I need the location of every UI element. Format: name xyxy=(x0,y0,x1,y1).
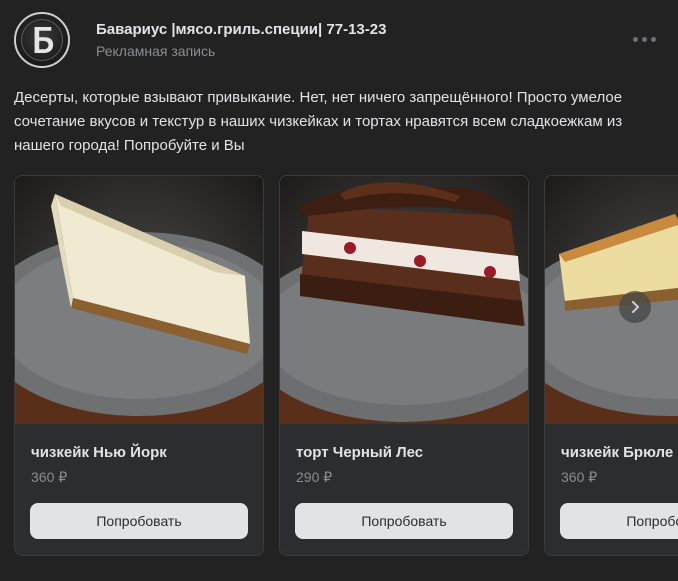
product-image[interactable] xyxy=(545,176,678,424)
product-carousel: чизкейк Нью Йорк 360 ₽ Попробовать торт … xyxy=(14,175,678,556)
try-button[interactable]: Попробовать xyxy=(295,503,513,539)
post-header: Бавариус |мясо.гриль.специи| 77-13-23 Ре… xyxy=(14,12,664,68)
product-price: 360 ₽ xyxy=(561,469,598,485)
product-card[interactable]: чизкейк Брюле 360 ₽ Попробовать xyxy=(544,175,678,556)
product-title[interactable]: чизкейк Брюле xyxy=(561,444,673,461)
chevron-right-icon[interactable] xyxy=(619,291,651,323)
product-title[interactable]: торт Черный Лес xyxy=(296,444,423,461)
ad-label: Рекламная запись xyxy=(96,43,216,59)
community-name[interactable]: Бавариус |мясо.гриль.специи| 77-13-23 xyxy=(96,21,386,38)
product-card[interactable]: чизкейк Нью Йорк 360 ₽ Попробовать xyxy=(14,175,264,556)
product-card[interactable]: торт Черный Лес 290 ₽ Попробовать xyxy=(279,175,529,556)
product-image[interactable] xyxy=(15,176,263,424)
product-image[interactable] xyxy=(280,176,528,424)
try-button[interactable]: Попробовать xyxy=(30,503,248,539)
ad-post: Бавариус |мясо.гриль.специи| 77-13-23 Ре… xyxy=(0,0,678,581)
community-avatar[interactable] xyxy=(14,12,70,68)
product-title[interactable]: чизкейк Нью Йорк xyxy=(31,444,167,461)
product-price: 290 ₽ xyxy=(296,469,333,485)
bavarius-logo-icon xyxy=(21,19,63,61)
more-dots-icon[interactable] xyxy=(624,28,664,50)
post-text: Десерты, которые взывают привыкание. Нет… xyxy=(14,89,623,154)
product-price: 360 ₽ xyxy=(31,469,68,485)
try-button[interactable]: Попробовать xyxy=(560,503,678,539)
